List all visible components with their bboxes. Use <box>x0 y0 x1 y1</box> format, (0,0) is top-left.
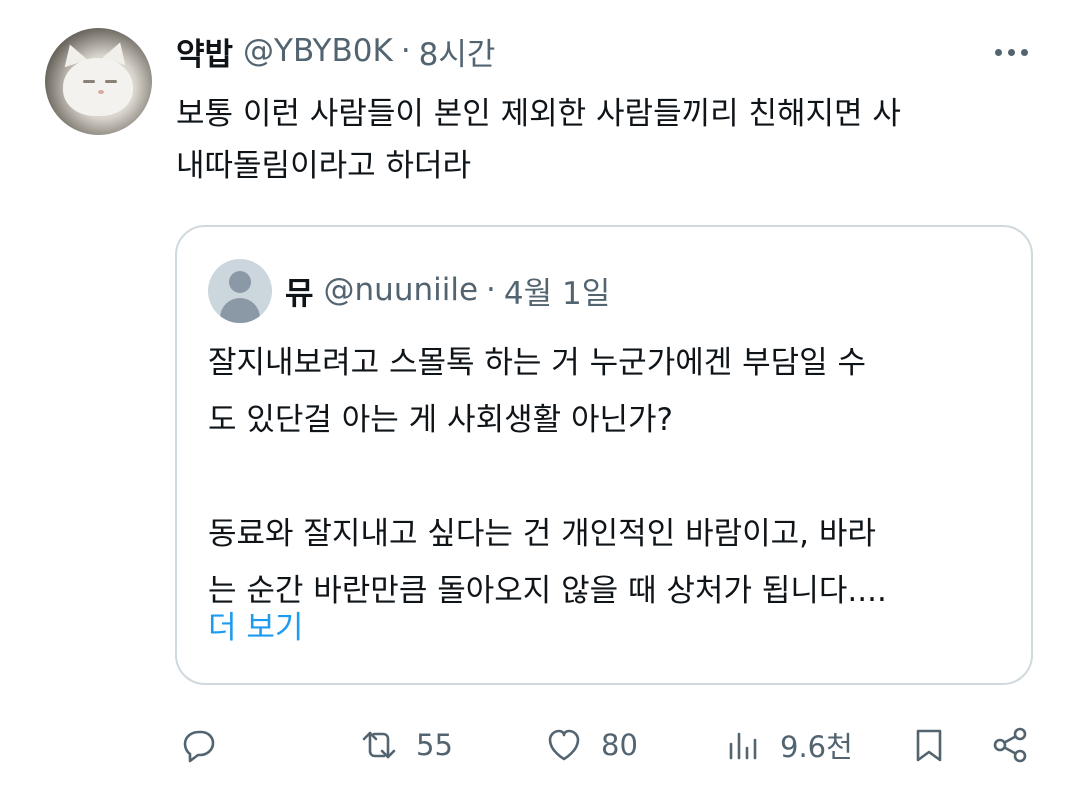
like-button[interactable]: 80 <box>541 715 638 775</box>
quoted-tweet-card[interactable]: 뮤 @nuuniile · 4월 1일 잘지내보려고 스몰톡 하는 거 누군가에… <box>175 225 1033 685</box>
quoted-separator-dot: · <box>486 272 496 308</box>
show-more-link[interactable]: 더 보기 <box>208 602 303 647</box>
like-count: 80 <box>601 728 638 762</box>
tweet-text: 보통 이런 사람들이 본인 제외한 사람들끼리 친해지면 사 내따돌림이라고 하… <box>176 96 901 184</box>
quoted-tweet-header: 뮤 @nuuniile · 4월 1일 <box>285 265 610 315</box>
bookmark-button[interactable] <box>906 715 952 775</box>
author-handle[interactable]: @YBYB0K <box>243 33 393 69</box>
more-horizontal-icon[interactable] <box>986 34 1036 70</box>
views-count: 9.6천 <box>780 730 853 764</box>
bookmark-icon <box>916 729 942 762</box>
retweet-icon <box>362 731 396 759</box>
quoted-avatar[interactable] <box>208 259 272 323</box>
action-bar: 55 80 9.6천 <box>0 715 1080 775</box>
reply-button[interactable] <box>176 715 236 775</box>
separator-dot: · <box>400 33 411 69</box>
quoted-tweet-text: 잘지내보려고 스몰톡 하는 거 누군가에겐 부담일 수 도 있단걸 아는 게 사… <box>208 345 887 609</box>
retweet-count: 55 <box>416 728 453 762</box>
reply-icon <box>183 730 215 763</box>
retweet-button[interactable]: 55 <box>356 715 453 775</box>
share-icon <box>993 727 1027 763</box>
heart-icon <box>548 729 580 761</box>
share-button[interactable] <box>988 715 1034 775</box>
quoted-tweet-timestamp: 4월 1일 <box>503 275 611 312</box>
views-chart-icon <box>729 732 757 760</box>
avatar[interactable] <box>45 28 152 135</box>
quoted-author-handle: @nuuniile <box>323 272 479 308</box>
tweet-header: 약밥 @YBYB0K · 8시간 <box>176 28 495 74</box>
views-button[interactable]: 9.6천 <box>720 715 853 775</box>
tweet-timestamp[interactable]: 8시간 <box>419 29 496 74</box>
author-name[interactable]: 약밥 <box>176 29 233 74</box>
quoted-author-name: 뮤 <box>285 275 314 312</box>
